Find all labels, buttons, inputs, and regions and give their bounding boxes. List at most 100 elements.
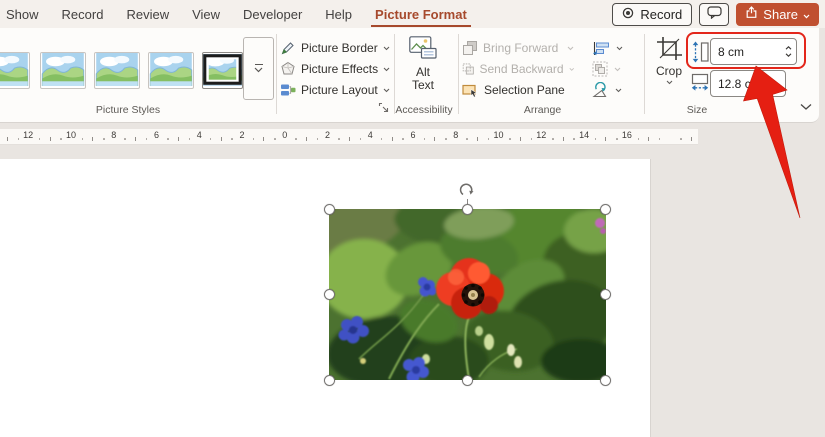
more-gallery-chevron-icon	[254, 67, 263, 73]
share-button[interactable]: Share	[736, 2, 819, 26]
chevron-down-icon	[567, 46, 574, 50]
tab-review[interactable]: Review	[124, 0, 171, 28]
shape-width-input[interactable]	[711, 76, 785, 91]
group-objects-button[interactable]	[592, 59, 621, 79]
alt-text-button[interactable]: Alt Text	[398, 36, 448, 96]
ruler-tick	[306, 136, 308, 141]
selection-pane-label: Selection Pane	[484, 83, 565, 97]
resize-handle-bottom-right[interactable]	[600, 375, 611, 386]
record-icon	[622, 7, 634, 22]
spinner-up-icon[interactable]	[785, 46, 792, 50]
picture-border-label: Picture Border	[301, 41, 378, 55]
record-button[interactable]: Record	[612, 2, 693, 26]
resize-handle-bottom-middle[interactable]	[462, 375, 473, 386]
ruler-tick	[530, 138, 533, 140]
send-backward-icon	[462, 63, 474, 75]
ruler-number: 10	[493, 130, 504, 140]
picture-style-thumbnail[interactable]	[148, 52, 194, 89]
ruler-tick	[637, 138, 640, 140]
ruler-number: 12	[536, 130, 547, 140]
ruler-number: 4	[196, 130, 202, 140]
group-objects-icon	[592, 61, 608, 77]
shape-height-input[interactable]	[711, 44, 781, 59]
ruler-tick	[573, 138, 575, 140]
ruler-tick	[487, 138, 490, 140]
ruler-tick	[188, 138, 191, 140]
send-backward-button[interactable]: Send Backward	[462, 59, 574, 79]
crop-button[interactable]: Crop	[650, 36, 688, 85]
tab-help[interactable]: Help	[323, 0, 354, 28]
resize-handle-bottom-left[interactable]	[324, 375, 335, 386]
picture-effects-icon	[281, 61, 295, 75]
ruler-number: 8	[453, 130, 459, 140]
picture-style-thumbnail[interactable]	[40, 52, 86, 89]
ruler-tick	[17, 138, 19, 140]
ruler-tick	[92, 136, 94, 141]
resize-handle-top-right[interactable]	[600, 204, 611, 215]
ruler-number: 2	[239, 130, 245, 140]
tab-show[interactable]: Show	[4, 0, 41, 28]
selected-picture[interactable]	[324, 183, 611, 386]
ruler-tick	[380, 138, 383, 140]
resize-handle-middle-left[interactable]	[324, 289, 335, 300]
align-objects-icon	[593, 41, 609, 55]
ruler-number: 14	[579, 130, 590, 140]
slide-canvas[interactable]	[0, 159, 651, 437]
shape-height-field	[710, 38, 797, 65]
chevron-down-icon	[383, 67, 390, 71]
tab-picture-format[interactable]: Picture Format	[371, 0, 471, 28]
ruler-tick	[124, 138, 126, 140]
ruler-tick	[49, 136, 51, 141]
group-divider	[276, 34, 277, 114]
ruler-tick	[167, 138, 169, 140]
picture-style-thumbnail[interactable]	[94, 52, 140, 89]
picture-styles-more-button[interactable]	[243, 37, 274, 100]
align-objects-button[interactable]	[592, 38, 623, 58]
bring-forward-button[interactable]: Bring Forward	[462, 38, 574, 58]
picture-border-button[interactable]: Picture Border	[280, 38, 390, 58]
resize-handle-middle-right[interactable]	[600, 289, 611, 300]
picture-styles-dialog-launcher-icon[interactable]	[378, 102, 389, 113]
share-button-label: Share	[763, 6, 798, 22]
picture-layout-button[interactable]: Picture Layout	[280, 80, 390, 100]
resize-handle-top-left[interactable]	[324, 204, 335, 215]
tab-record[interactable]: Record	[60, 0, 106, 28]
ribbon: Picture Border Picture Effects Picture L…	[0, 28, 819, 123]
chevron-down-icon	[383, 88, 390, 92]
ruler-number: 2	[325, 130, 331, 140]
picture-style-thumbnail[interactable]	[0, 52, 30, 89]
alt-text-label-line2: Text	[411, 78, 434, 92]
ruler-tick	[348, 136, 350, 141]
comment-icon	[707, 6, 722, 22]
selection-pane-button[interactable]: Selection Pane	[462, 80, 574, 100]
rotate-objects-button[interactable]	[592, 80, 622, 100]
ruler-tick	[690, 136, 692, 141]
collapse-ribbon-button[interactable]	[797, 100, 815, 114]
ruler-tick	[680, 138, 682, 140]
ruler-tick	[177, 136, 179, 141]
comments-button[interactable]	[699, 2, 730, 26]
ruler-number: 8	[111, 130, 117, 140]
ruler-number: 16	[621, 130, 632, 140]
more-gallery-icon	[254, 63, 263, 66]
selection-pane-icon	[462, 84, 478, 97]
chevron-down-icon	[616, 46, 623, 50]
collapse-ribbon-chevron-icon	[800, 104, 812, 110]
ruler-tick	[252, 138, 255, 140]
picture-style-thumbnail-framed[interactable]	[202, 52, 243, 89]
size-group-label: Size	[686, 104, 708, 116]
accessibility-group-label: Accessibility	[395, 104, 453, 116]
ruler-tick	[38, 138, 41, 140]
tab-developer[interactable]: Developer	[241, 0, 304, 28]
rotate-handle-icon[interactable]	[458, 181, 476, 199]
ruler-tick	[423, 138, 426, 140]
picture-effects-button[interactable]: Picture Effects	[280, 59, 390, 79]
ruler-tick	[552, 138, 554, 140]
tab-view[interactable]: View	[190, 0, 222, 28]
send-backward-label: Send Backward	[479, 62, 564, 76]
resize-handle-top-middle[interactable]	[462, 204, 473, 215]
share-icon	[745, 6, 758, 22]
ruler-tick	[434, 136, 436, 141]
spinner-down-icon[interactable]	[785, 53, 792, 57]
ruler-number: 10	[65, 130, 76, 140]
